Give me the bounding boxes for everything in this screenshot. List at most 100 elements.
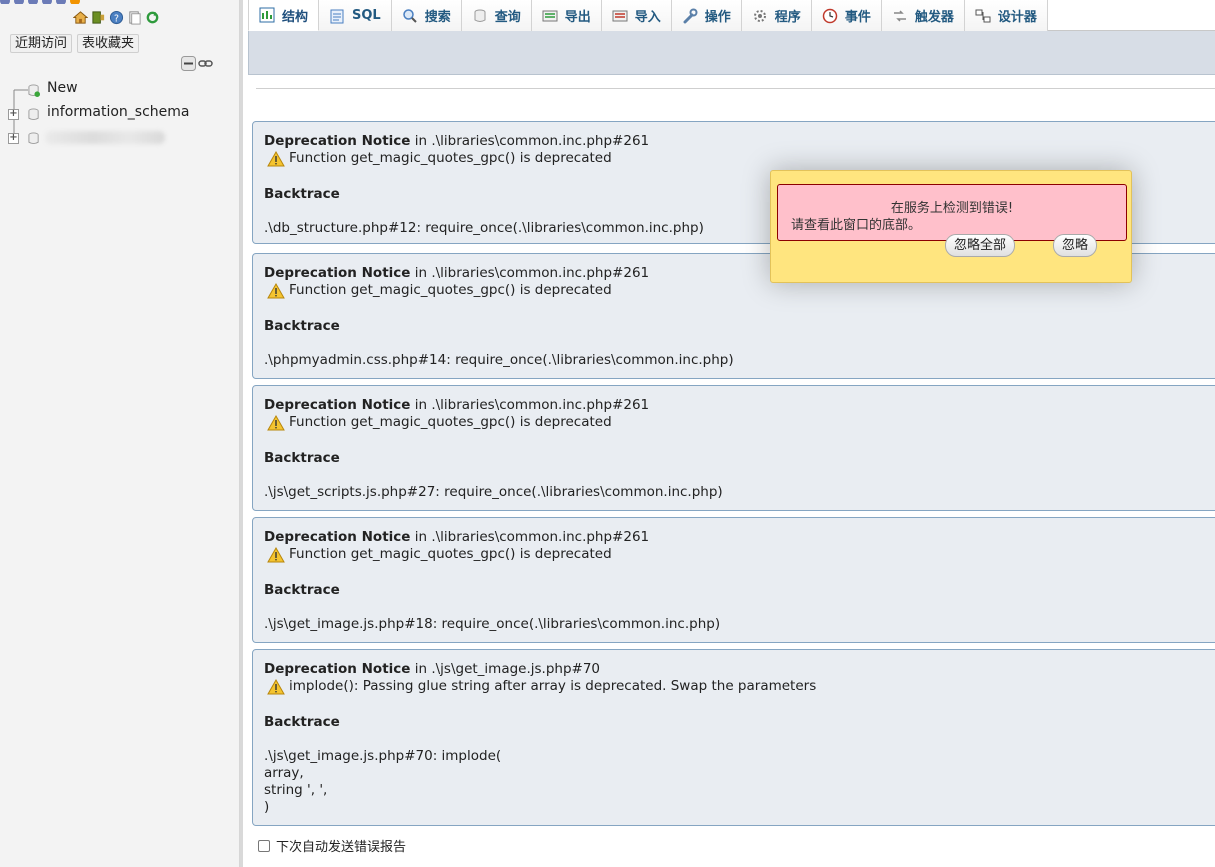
nav-icon-bar: ? — [73, 10, 160, 25]
notice-title: Deprecation Notice — [264, 133, 411, 149]
backtrace-label: Backtrace — [264, 450, 340, 466]
auto-report-option[interactable]: 下次自动发送错误报告 — [258, 836, 406, 855]
notice-message-row: Function get_magic_quotes_gpc() is depre… — [267, 546, 612, 563]
warning-icon — [267, 150, 285, 166]
notice-location: in .\libraries\common.inc.php#261 — [410, 529, 650, 545]
tab-label: 设计器 — [997, 10, 1037, 25]
expand-icon[interactable]: + — [8, 109, 19, 120]
tab-sql[interactable]: SQL — [319, 0, 392, 31]
tab-label: 操作 — [704, 10, 731, 25]
backtrace-label: Backtrace — [264, 582, 340, 598]
tab-label: 查询 — [494, 10, 521, 25]
tree-item-new[interactable]: New — [0, 78, 240, 102]
notice-heading: Deprecation Notice in .\libraries\common… — [264, 529, 649, 546]
tab-export[interactable]: 导出 — [531, 0, 602, 31]
tab-import[interactable]: 导入 — [601, 0, 672, 31]
tree-item-label[interactable]: information_schema — [47, 104, 190, 120]
backtrace-line: ) — [264, 799, 270, 815]
auto-report-checkbox[interactable] — [258, 839, 270, 852]
navigation-panel: ? 近期访问 表收藏夹 New + information_schema + — [0, 0, 240, 867]
expand-icon[interactable]: + — [8, 133, 19, 144]
tab-routines[interactable]: 程序 — [741, 0, 812, 31]
backtrace-label: Backtrace — [264, 318, 340, 334]
notice-location: in .\libraries\common.inc.php#261 — [410, 133, 650, 149]
logout-icon[interactable] — [91, 10, 106, 25]
notice-message: Function get_magic_quotes_gpc() is depre… — [289, 150, 612, 166]
phpmyadmin-logo[interactable] — [0, 0, 120, 4]
tab-label: SQL — [352, 8, 381, 23]
tab-triggers[interactable]: 触发器 — [881, 0, 965, 31]
error-report-popup: 在服务上检测到错误! 请查看此窗口的底部。 忽略全部 忽略 — [770, 170, 1132, 283]
notice-message-row: implode(): Passing glue string after arr… — [267, 678, 816, 695]
breadcrumb-banner — [248, 31, 1215, 75]
backtrace-line: .\js\get_image.js.php#70: implode( — [264, 748, 502, 764]
tab-label: 程序 — [774, 10, 801, 25]
triggers-icon — [893, 9, 906, 22]
tab-designer[interactable]: 设计器 — [964, 0, 1048, 31]
notice-message: implode(): Passing glue string after arr… — [289, 678, 817, 694]
reload-icon[interactable] — [145, 10, 160, 25]
sql-icon — [330, 9, 344, 23]
notice-heading: Deprecation Notice in .\js\get_image.js.… — [264, 661, 600, 678]
database-tree: New + information_schema + — [0, 78, 240, 150]
recent-tables-button[interactable]: 近期访问 — [10, 34, 73, 53]
collapse-all-icon[interactable] — [181, 56, 196, 71]
tab-structure[interactable]: 结构 — [248, 0, 320, 31]
notice-title: Deprecation Notice — [264, 529, 411, 545]
notice-title: Deprecation Notice — [264, 265, 411, 281]
notice-location: in .\libraries\common.inc.php#261 — [410, 397, 650, 413]
clock-icon — [822, 8, 838, 23]
database-icon — [28, 108, 39, 121]
notice-message: Function get_magic_quotes_gpc() is depre… — [289, 546, 612, 562]
tab-query[interactable]: 查询 — [461, 0, 532, 31]
notice-heading: Deprecation Notice in .\libraries\common… — [264, 133, 649, 150]
backtrace-line: string ', ', — [264, 782, 328, 798]
wrench-icon — [683, 8, 698, 23]
notice-title: Deprecation Notice — [264, 397, 411, 413]
favorite-tables-button[interactable]: 表收藏夹 — [77, 34, 140, 53]
navigation-resizer[interactable] — [240, 0, 243, 867]
tab-label: 导入 — [634, 10, 661, 25]
search-icon — [402, 8, 417, 23]
tab-search[interactable]: 搜索 — [391, 0, 462, 31]
database-icon — [28, 132, 39, 145]
warning-icon — [267, 546, 285, 562]
link-icon[interactable] — [198, 56, 213, 71]
backtrace-line: .\js\get_scripts.js.php#27: require_once… — [264, 484, 723, 500]
help-icon[interactable]: ? — [109, 10, 124, 25]
query-icon — [474, 9, 486, 22]
backtrace-line: .\js\get_image.js.php#18: require_once(.… — [264, 616, 721, 632]
auto-report-label: 下次自动发送错误报告 — [276, 840, 407, 855]
ignore-all-button[interactable]: 忽略全部 — [945, 234, 1016, 257]
structure-icon — [259, 7, 275, 23]
backtrace-label: Backtrace — [264, 714, 340, 730]
notice-heading: Deprecation Notice in .\libraries\common… — [264, 397, 649, 414]
tab-events[interactable]: 事件 — [811, 0, 882, 31]
documentation-icon[interactable] — [127, 10, 142, 25]
designer-icon — [975, 9, 991, 22]
export-icon — [542, 10, 558, 21]
warning-icon — [267, 282, 285, 298]
notice-location: in .\libraries\common.inc.php#261 — [410, 265, 650, 281]
tree-item-redacted-database[interactable]: + — [0, 126, 240, 150]
ignore-button[interactable]: 忽略 — [1053, 234, 1098, 257]
error-subtitle: 请查看此窗口的底部。 — [791, 218, 922, 233]
tree-item-label[interactable]: New — [47, 80, 78, 96]
divider — [256, 88, 1215, 89]
notice-message-row: Function get_magic_quotes_gpc() is depre… — [267, 414, 612, 431]
notice-title: Deprecation Notice — [264, 661, 411, 677]
new-database-icon — [28, 84, 40, 97]
notice-message: Function get_magic_quotes_gpc() is depre… — [289, 414, 612, 430]
tab-operations[interactable]: 操作 — [671, 0, 742, 31]
notice-message: Function get_magic_quotes_gpc() is depre… — [289, 282, 612, 298]
tab-label: 搜索 — [424, 10, 451, 25]
tab-label: 导出 — [564, 10, 591, 25]
notice-heading: Deprecation Notice in .\libraries\common… — [264, 265, 649, 282]
tree-item-information-schema[interactable]: + information_schema — [0, 102, 240, 126]
top-menu: 结构 SQL 搜索 查询 导出 导入 操作 程序 事件 触发器 设计器 — [248, 0, 1215, 31]
warning-icon — [267, 414, 285, 430]
warning-icon — [267, 678, 285, 694]
deprecation-notice: Deprecation Notice in .\js\get_image.js.… — [252, 649, 1215, 826]
home-icon[interactable] — [73, 10, 88, 25]
deprecation-notice: Deprecation Notice in .\libraries\common… — [252, 517, 1215, 643]
